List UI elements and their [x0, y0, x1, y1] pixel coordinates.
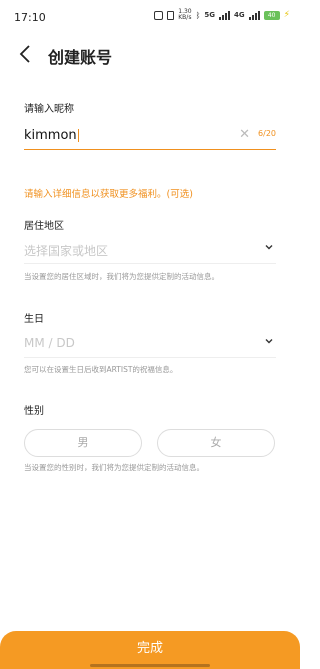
birthday-placeholder: MM / DD [24, 336, 75, 350]
chevron-left-icon [19, 45, 30, 63]
status-icons: 1.30 KB/s ᛒ 5G 4G 40 ⚡ [154, 9, 290, 21]
region-placeholder: 选择国家或地区 [24, 244, 109, 258]
gender-female-button[interactable]: 女 [157, 429, 275, 457]
birthday-label: 生日 [24, 314, 44, 325]
birthday-select[interactable]: MM / DD [24, 330, 276, 358]
header: 创建账号 [0, 40, 300, 70]
region-label: 居住地区 [24, 221, 64, 232]
gender-male-button[interactable]: 男 [24, 429, 142, 457]
page-title: 创建账号 [48, 48, 113, 67]
signal-icon [219, 10, 231, 20]
charging-icon: ⚡ [283, 10, 290, 20]
home-indicator[interactable] [90, 664, 210, 667]
vibrate-icon [167, 10, 175, 20]
mute-icon [154, 10, 164, 20]
nickname-value: kimmon [24, 128, 79, 143]
birthday-hint: 您可以在设置生日后收到ARTIST的祝福信息。 [24, 365, 178, 374]
nickname-label: 请输入昵称 [24, 104, 74, 115]
text-caret [77, 129, 79, 142]
bluetooth-icon: ᛒ [195, 10, 201, 20]
gender-label: 性别 [24, 406, 44, 417]
region-hint: 当设置您的居住区域时，我们将为您提供定制的活动信息。 [24, 272, 219, 281]
battery-icon: 40 [263, 10, 280, 20]
gender-hint: 当设置您的性别时，我们将为您提供定制的活动信息。 [24, 463, 204, 472]
network-4g: 4G [234, 11, 245, 19]
network-5g: 5G [204, 11, 216, 19]
signal2-icon [248, 10, 260, 20]
char-counter: 6/20 [258, 129, 276, 138]
back-button[interactable] [14, 42, 38, 66]
promo-text: 请输入详细信息以获取更多福利。(可选) [24, 189, 193, 200]
net-speed: 1.30 KB/s [178, 8, 192, 21]
region-select[interactable]: 选择国家或地区 [24, 236, 276, 264]
clear-icon[interactable]: ✕ [239, 127, 250, 142]
nickname-input[interactable]: kimmon ✕ 6/20 [24, 124, 276, 150]
chevron-down-icon [265, 339, 273, 344]
chevron-down-icon [265, 245, 273, 250]
status-time: 17:10 [14, 11, 46, 24]
status-bar: 17:10 1.30 KB/s ᛒ 5G 4G 40 ⚡ [0, 0, 300, 32]
